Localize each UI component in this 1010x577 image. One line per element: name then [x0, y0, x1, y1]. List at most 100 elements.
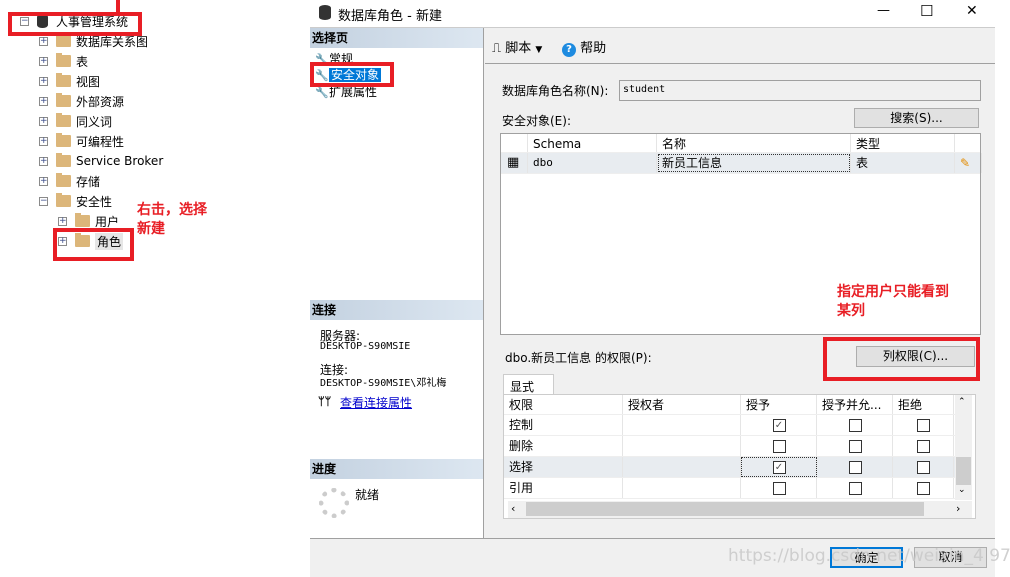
column-header[interactable]: 授予并允... [817, 395, 893, 414]
tree-node[interactable]: + 表 [39, 51, 88, 71]
horizontal-scrollbar[interactable]: ‹ › [508, 501, 972, 518]
folder-icon [56, 173, 71, 187]
expand-icon[interactable]: + [39, 96, 48, 106]
tree-node-label: 存储 [76, 174, 101, 189]
column-header[interactable]: 权限 [504, 395, 623, 414]
tree-node[interactable]: + 同义词 [39, 111, 112, 131]
scroll-thumb[interactable] [956, 457, 971, 485]
tab-explicit[interactable]: 显式 [503, 374, 554, 395]
expand-icon[interactable]: + [39, 36, 48, 46]
scroll-thumb[interactable] [526, 502, 924, 516]
scroll-left-icon[interactable]: ‹ [511, 502, 515, 515]
tree-node[interactable]: + 存储 [39, 171, 100, 191]
annotation-right-click: 右击，选择 新建 [137, 202, 207, 237]
folder-icon [56, 113, 71, 127]
view-connection-properties-link[interactable]: 查看连接属性 [340, 394, 412, 411]
cell-schema: dbo [528, 153, 657, 173]
checkbox-grant[interactable] [772, 482, 786, 495]
help-icon: ? [562, 43, 576, 57]
table-row[interactable]: ▦ dbo 新员工信息 表 ✎ [501, 153, 982, 174]
highlight-securables [310, 62, 394, 87]
cell-grantor [623, 478, 741, 498]
cell-permission: 引用 [504, 478, 623, 498]
edit-icon[interactable]: ✎ [955, 153, 982, 173]
progress-header: 进度 [310, 459, 483, 479]
checkbox-grant[interactable] [772, 440, 786, 453]
folder-icon [56, 93, 71, 107]
tree-node[interactable]: + 外部资源 [39, 91, 124, 111]
checkbox-deny[interactable] [917, 419, 930, 432]
collapse-icon[interactable]: − [39, 196, 48, 206]
tree-node-label: 用户 [95, 214, 120, 229]
column-header[interactable]: 授予 [741, 395, 817, 414]
expand-icon[interactable]: + [39, 156, 48, 166]
tree-node-label: 同义词 [76, 114, 113, 129]
checkbox-deny[interactable] [917, 440, 930, 453]
expand-icon[interactable]: + [39, 76, 48, 86]
checkbox-with_grant[interactable] [848, 440, 862, 453]
expand-icon[interactable]: + [39, 136, 48, 146]
expand-icon[interactable]: + [39, 176, 48, 186]
tree-node-label: 安全性 [76, 194, 113, 209]
scroll-down-icon[interactable]: ⌄ [958, 485, 966, 495]
cell-grantor [623, 436, 741, 456]
permissions-grid: 权限 授权者 授予 授予并允... 拒绝 控制 ✓ 删除 选择 ✓ 引用 ⌃ ⌄ ‹ › [503, 394, 976, 519]
column-header[interactable]: 拒绝 [893, 395, 954, 414]
tree-node-label: 表 [76, 54, 89, 69]
expand-icon[interactable]: + [39, 56, 48, 66]
checkbox-grant[interactable]: ✓ [772, 461, 786, 474]
progress-status: 就绪 [355, 488, 380, 502]
dialog-title: 数据库角色 - 新建 [338, 9, 442, 24]
search-button[interactable]: 搜索(S)... [854, 108, 979, 128]
help-label: 帮助 [580, 41, 607, 56]
checkbox-grant[interactable]: ✓ [772, 419, 786, 432]
column-header[interactable]: 授权者 [623, 395, 741, 414]
tree-node-label: Service Broker [76, 154, 164, 168]
column-header-schema[interactable]: Schema [528, 134, 657, 152]
server-value: DESKTOP-S90MSIE [320, 341, 411, 352]
maximize-button[interactable]: ☐ [920, 2, 933, 20]
dropdown-icon[interactable]: ▼ [535, 45, 542, 55]
table-row[interactable]: 引用 [504, 478, 955, 499]
select-page-header: 选择页 [310, 28, 483, 48]
tree-node[interactable]: + Service Broker [39, 151, 163, 171]
scroll-up-icon[interactable]: ⌃ [958, 397, 966, 407]
cell-permission: 删除 [504, 436, 623, 456]
cell-grantor [623, 415, 741, 435]
table-row[interactable]: 控制 ✓ [504, 415, 955, 436]
tree-node[interactable]: + 视图 [39, 71, 100, 91]
expand-icon[interactable]: + [58, 216, 67, 226]
table-row[interactable]: 选择 ✓ [504, 457, 955, 478]
tree-node-label: 视图 [76, 74, 101, 89]
highlight-column-permissions [823, 337, 980, 381]
connection-header: 连接 [310, 300, 483, 320]
tree-node-label: 外部资源 [76, 94, 125, 109]
minimize-button[interactable]: — [877, 3, 890, 18]
folder-icon [56, 53, 71, 67]
checkbox-with_grant[interactable] [848, 482, 862, 495]
column-header-type[interactable]: 类型 [851, 134, 955, 152]
checkbox-with_grant[interactable] [848, 419, 862, 432]
vertical-scrollbar[interactable]: ⌃ ⌄ [955, 395, 972, 500]
help-button[interactable]: ? 帮助 [562, 37, 606, 57]
cell-type: 表 [851, 153, 955, 173]
wrench-icon: 🔧 [315, 86, 329, 99]
folder-icon [56, 153, 71, 167]
tree-node[interactable]: + 可编程性 [39, 131, 124, 151]
script-button[interactable]: ⎍ 脚本 ▼ [492, 37, 542, 56]
role-name-input[interactable]: student [619, 80, 981, 101]
scroll-right-icon[interactable]: › [956, 502, 960, 515]
table-row[interactable]: 删除 [504, 436, 955, 457]
tree-node[interactable]: − 安全性 [39, 191, 112, 211]
cell-name: 新员工信息 [657, 153, 851, 173]
expand-icon[interactable]: + [39, 116, 48, 126]
checkbox-deny[interactable] [917, 482, 930, 495]
checkbox-with_grant[interactable] [848, 461, 862, 474]
column-header-name[interactable]: 名称 [657, 134, 851, 152]
checkbox-deny[interactable] [917, 461, 930, 474]
folder-icon [56, 73, 71, 87]
progress-spinner-icon [319, 488, 349, 518]
close-button[interactable]: ✕ [966, 3, 978, 19]
grid-header: 权限 授权者 授予 授予并允... 拒绝 [504, 395, 955, 415]
tree-node-label: 可编程性 [76, 134, 125, 149]
